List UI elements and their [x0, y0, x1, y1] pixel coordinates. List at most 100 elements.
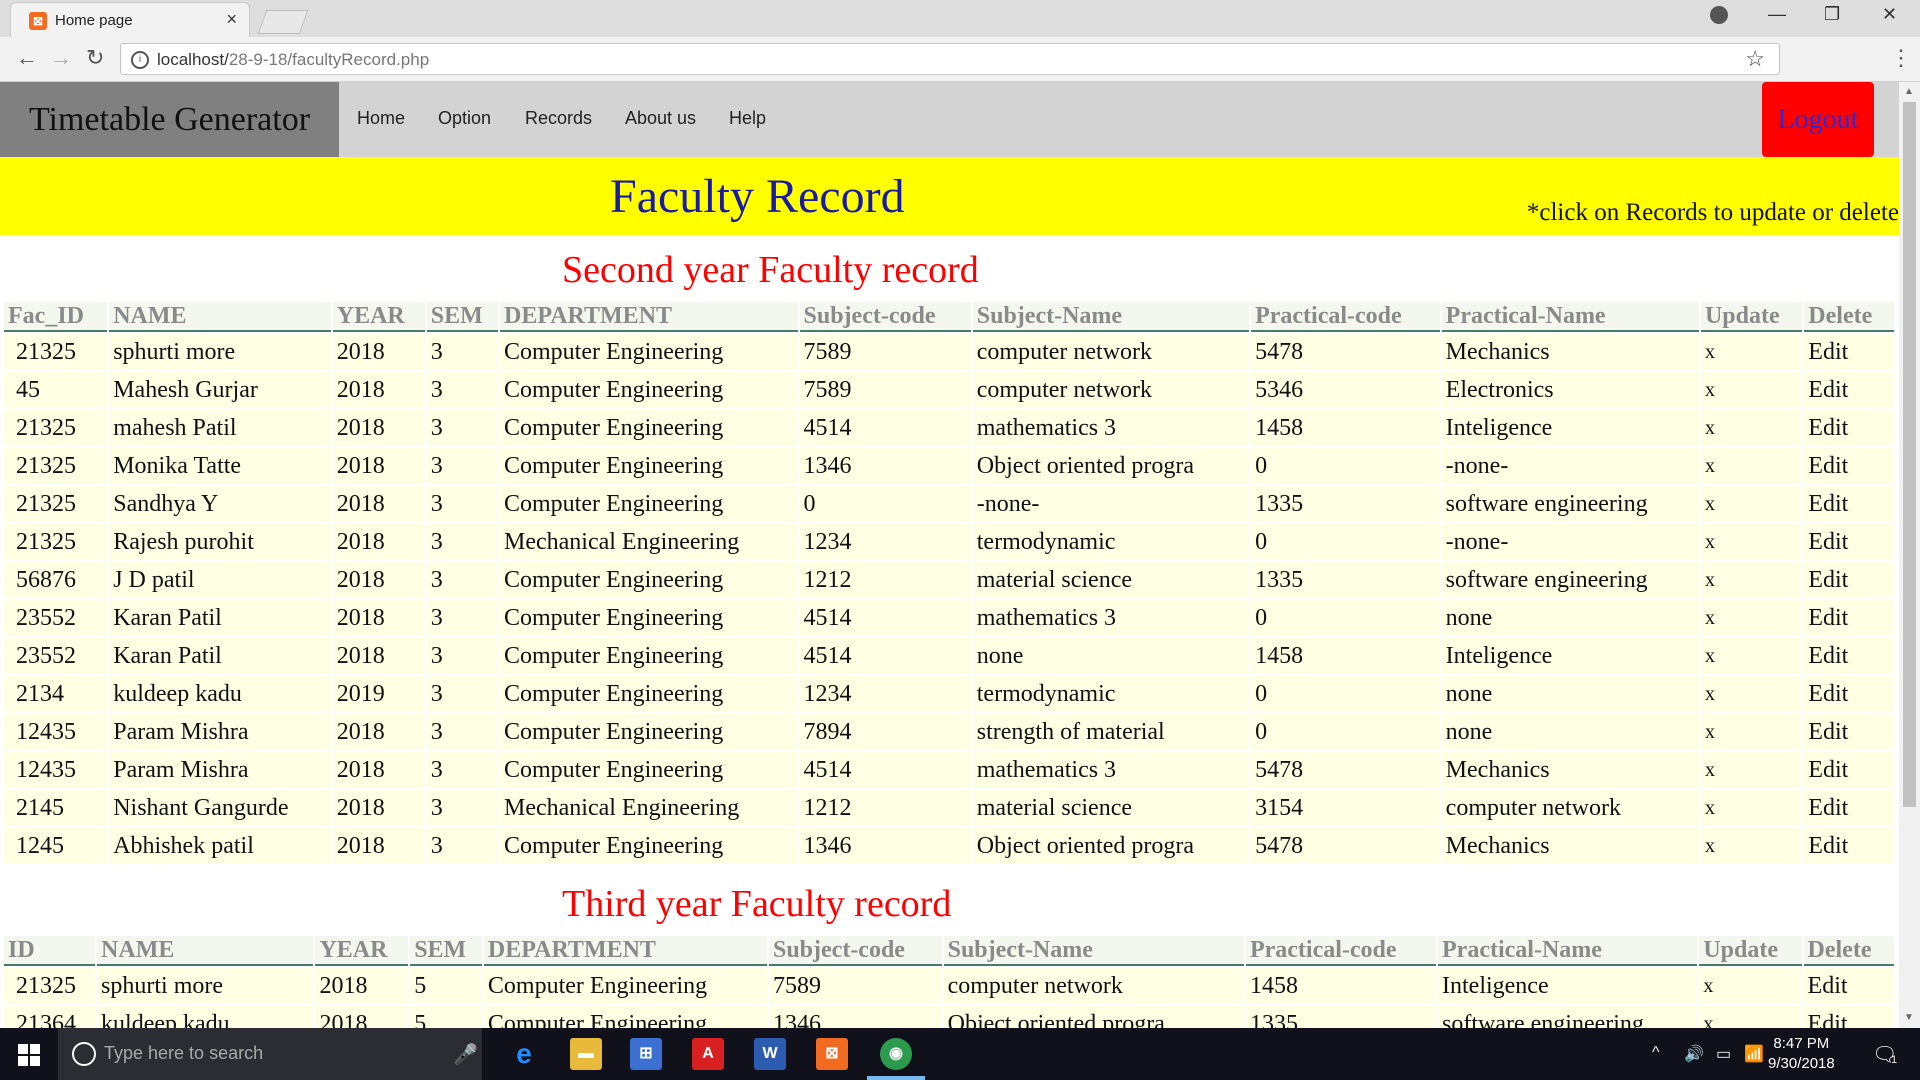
nav-help[interactable]: Help: [729, 108, 766, 129]
info-icon[interactable]: i: [131, 51, 149, 69]
scrollbar-thumb[interactable]: [1903, 102, 1916, 807]
cortana-icon[interactable]: [72, 1042, 96, 1066]
table-row[interactable]: 1245 Abhishek patil 2018 3 Computer Engineer…: [4, 828, 1894, 864]
file-explorer-icon[interactable]: ▬: [570, 1038, 602, 1070]
table-row[interactable]: 21325 Monika Tatte 2018 3 Computer Engineeri…: [4, 448, 1894, 484]
col-year-cell: 2018: [315, 1006, 409, 1028]
table-row[interactable]: 12435 Param Mishra 2018 3 Computer Engineeri…: [4, 714, 1894, 750]
table-row[interactable]: 21325 Sandhya Y 2018 3 Computer Engineering 0…: [4, 486, 1894, 522]
logout-button[interactable]: Logout: [1762, 82, 1874, 157]
browser-menu-icon[interactable]: ⋮: [1890, 45, 1912, 71]
edit-link[interactable]: Edit: [1803, 968, 1894, 1004]
network-icon[interactable]: 📶: [1744, 1044, 1764, 1064]
table-row[interactable]: 21325 sphurti more 2018 5 Computer Engineeri…: [4, 968, 1894, 1004]
col-department-header: DEPARTMENT: [483, 936, 767, 966]
table-row[interactable]: 21325 sphurti more 2018 3 Computer Engineeri…: [4, 334, 1894, 370]
taskbar-clock[interactable]: 8:47 PM 9/30/2018: [1768, 1034, 1835, 1074]
delete-x-link[interactable]: x: [1699, 968, 1802, 1004]
word-icon[interactable]: W: [754, 1038, 786, 1070]
minimize-icon[interactable]: —: [1768, 4, 1786, 25]
xampp-icon[interactable]: ⊠: [816, 1038, 848, 1070]
reload-icon[interactable]: ↻: [86, 45, 104, 71]
address-bar[interactable]: i localhost/28-9-18/facultyRecord.php ☆: [120, 43, 1780, 75]
edit-link[interactable]: Edit: [1804, 676, 1894, 712]
url-text[interactable]: localhost/28-9-18/facultyRecord.php: [157, 50, 429, 70]
scroll-up-arrow-icon[interactable]: ▲: [1904, 86, 1914, 97]
new-tab-button[interactable]: [257, 10, 309, 34]
store-icon[interactable]: ⊞: [630, 1038, 662, 1070]
col-practical-name-cell: none: [1441, 676, 1699, 712]
browser-tab[interactable]: ⊠ Home page ×: [10, 2, 250, 37]
delete-x-link[interactable]: x: [1700, 334, 1803, 370]
table-row[interactable]: 45 Mahesh Gurjar 2018 3 Computer Engineering…: [4, 372, 1894, 408]
bookmark-star-icon[interactable]: ☆: [1745, 46, 1765, 72]
xampp-favicon-icon: ⊠: [29, 12, 47, 30]
delete-x-link[interactable]: x: [1699, 1006, 1802, 1028]
delete-x-link[interactable]: x: [1700, 562, 1803, 598]
table-row[interactable]: 21325 Rajesh purohit 2018 3 Mechanical Engin…: [4, 524, 1894, 560]
page-scrollbar[interactable]: ▲ ▼: [1899, 82, 1920, 1028]
col-practical-name-cell: Inteligence: [1441, 410, 1699, 446]
table-row[interactable]: 56876 J D patil 2018 3 Computer Engineering 1…: [4, 562, 1894, 598]
acrobat-icon[interactable]: A: [692, 1038, 724, 1070]
edit-link[interactable]: Edit: [1804, 752, 1894, 788]
edit-link[interactable]: Edit: [1804, 828, 1894, 864]
restore-icon[interactable]: ❐: [1824, 4, 1840, 25]
table-row[interactable]: 23552 Karan Patil 2018 3 Computer Engineerin…: [4, 638, 1894, 674]
edit-link[interactable]: Edit: [1804, 562, 1894, 598]
delete-x-link[interactable]: x: [1700, 410, 1803, 446]
tab-close-icon[interactable]: ×: [226, 9, 237, 30]
table-row[interactable]: 2134 kuldeep kadu 2019 3 Computer Engineerin…: [4, 676, 1894, 712]
close-window-icon[interactable]: ✕: [1882, 4, 1897, 25]
taskbar-search-box[interactable]: Type here to search 🎤: [58, 1028, 482, 1080]
edit-link[interactable]: Edit: [1804, 600, 1894, 636]
table-row[interactable]: 21325 mahesh Patil 2018 3 Computer Engineeri…: [4, 410, 1894, 446]
nav-records[interactable]: Records: [525, 108, 592, 129]
battery-icon[interactable]: ▭: [1716, 1044, 1731, 1064]
delete-x-link[interactable]: x: [1700, 714, 1803, 750]
delete-x-link[interactable]: x: [1700, 752, 1803, 788]
microphone-icon[interactable]: 🎤: [453, 1042, 478, 1067]
site-brand[interactable]: Timetable Generator: [0, 82, 339, 157]
table-row[interactable]: 12435 Param Mishra 2018 3 Computer Engineeri…: [4, 752, 1894, 788]
scroll-down-arrow-icon[interactable]: ▼: [1904, 1012, 1914, 1023]
edit-link[interactable]: Edit: [1803, 1006, 1894, 1028]
edit-link[interactable]: Edit: [1804, 372, 1894, 408]
col-subject-code-header: Subject-code: [768, 936, 942, 966]
delete-x-link[interactable]: x: [1700, 676, 1803, 712]
delete-x-link[interactable]: x: [1700, 600, 1803, 636]
windows-start-icon[interactable]: [18, 1044, 40, 1066]
edit-link[interactable]: Edit: [1804, 448, 1894, 484]
tray-chevron-icon[interactable]: ^: [1652, 1044, 1660, 1062]
back-arrow-icon[interactable]: ←: [16, 45, 38, 71]
edit-link[interactable]: Edit: [1804, 790, 1894, 826]
edge-icon[interactable]: e: [508, 1038, 540, 1070]
nav-home[interactable]: Home: [357, 108, 405, 129]
table-row[interactable]: 2145 Nishant Gangurde 2018 3 Mechanical Engi…: [4, 790, 1894, 826]
profile-icon[interactable]: [1710, 6, 1728, 24]
table-row[interactable]: 21364 kuldeep kadu 2018 5 Computer Engineeri…: [4, 1006, 1894, 1028]
nav-option[interactable]: Option: [438, 108, 491, 129]
edit-link[interactable]: Edit: [1804, 638, 1894, 674]
forward-arrow-icon[interactable]: →: [50, 45, 72, 71]
volume-icon[interactable]: 🔊: [1684, 1044, 1704, 1064]
edit-link[interactable]: Edit: [1804, 714, 1894, 750]
delete-x-link[interactable]: x: [1700, 448, 1803, 484]
delete-x-link[interactable]: x: [1700, 638, 1803, 674]
delete-x-link[interactable]: x: [1700, 790, 1803, 826]
delete-x-link[interactable]: x: [1700, 828, 1803, 864]
col-year-cell: 2018: [332, 524, 425, 560]
edit-link[interactable]: Edit: [1804, 334, 1894, 370]
table-row[interactable]: 23552 Karan Patil 2018 3 Computer Engineerin…: [4, 600, 1894, 636]
col-year-cell: 2019: [332, 676, 425, 712]
third-year-table: ID NAME YEAR SEM DEPARTMENT Subject-code Subje…: [2, 934, 1896, 1028]
delete-x-link[interactable]: x: [1700, 372, 1803, 408]
nav-about-us[interactable]: About us: [625, 108, 696, 129]
edit-link[interactable]: Edit: [1804, 486, 1894, 522]
edit-link[interactable]: Edit: [1804, 524, 1894, 560]
edit-link[interactable]: Edit: [1804, 410, 1894, 446]
delete-x-link[interactable]: x: [1700, 486, 1803, 522]
delete-x-link[interactable]: x: [1700, 524, 1803, 560]
col-year-header: YEAR: [315, 936, 409, 966]
chrome-icon[interactable]: ◉: [880, 1038, 912, 1070]
